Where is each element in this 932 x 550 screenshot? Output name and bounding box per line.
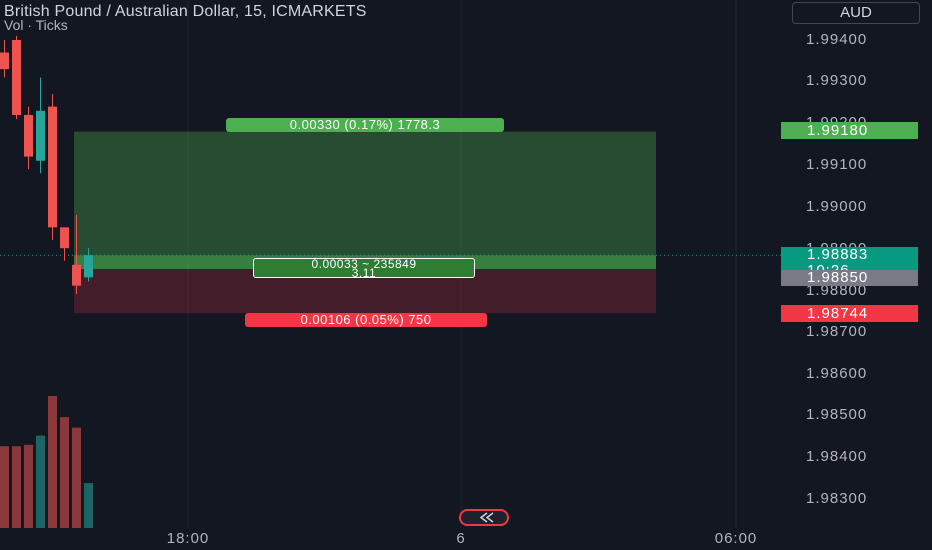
target-label[interactable]: 0.00330 (0.17%) 1778.3: [226, 118, 504, 132]
price-tick: 1.98400: [806, 448, 868, 465]
target-price-tag: 1.99180: [781, 122, 918, 139]
volume-bar: [24, 444, 33, 528]
candle-body: [60, 227, 69, 249]
currency-selector[interactable]: AUD: [792, 2, 920, 24]
candle-body: [84, 255, 93, 278]
candle-body: [48, 106, 57, 228]
volume-indicator-label[interactable]: Vol · Ticks: [4, 17, 68, 33]
current-price: 1.98883: [807, 246, 869, 263]
price-tick: 1.99300: [806, 72, 868, 89]
price-tick: 1.99100: [806, 156, 868, 173]
price-tick: 1.98300: [806, 490, 868, 507]
time-tick: 6: [456, 530, 466, 547]
candle-body: [12, 40, 21, 115]
entry-price-tag: 1.98850: [781, 270, 918, 286]
stop-price-tag: 1.98744: [781, 305, 918, 322]
price-tick: 1.98600: [806, 365, 868, 382]
volume-bar: [0, 446, 9, 528]
candle-body: [36, 110, 45, 161]
position-center-label[interactable]: 0.00033 ~ 235849 3.11: [253, 258, 475, 280]
price-tick: 1.98700: [806, 323, 868, 340]
time-tick: 06:00: [714, 530, 758, 547]
scroll-to-realtime-icon: [479, 512, 494, 523]
time-tick: 18:00: [166, 530, 210, 547]
volume-bar: [84, 483, 93, 528]
volume-bar: [72, 427, 81, 528]
ratio-line: 3.11: [351, 266, 377, 280]
volume-bar: [12, 446, 21, 528]
stop-label[interactable]: 0.00106 (0.05%) 750: [245, 313, 487, 327]
volume-bar: [60, 417, 69, 528]
price-tick: 1.98500: [806, 406, 868, 423]
scroll-to-realtime-button[interactable]: [459, 509, 509, 526]
candle-body: [24, 114, 33, 157]
profit-zone: [74, 131, 656, 269]
price-tick: 1.99000: [806, 198, 868, 215]
volume-bar: [36, 435, 45, 528]
price-tick: 1.99400: [806, 31, 868, 48]
candle-body: [72, 264, 81, 286]
volume-bar: [48, 396, 57, 528]
candle-body: [0, 52, 9, 70]
